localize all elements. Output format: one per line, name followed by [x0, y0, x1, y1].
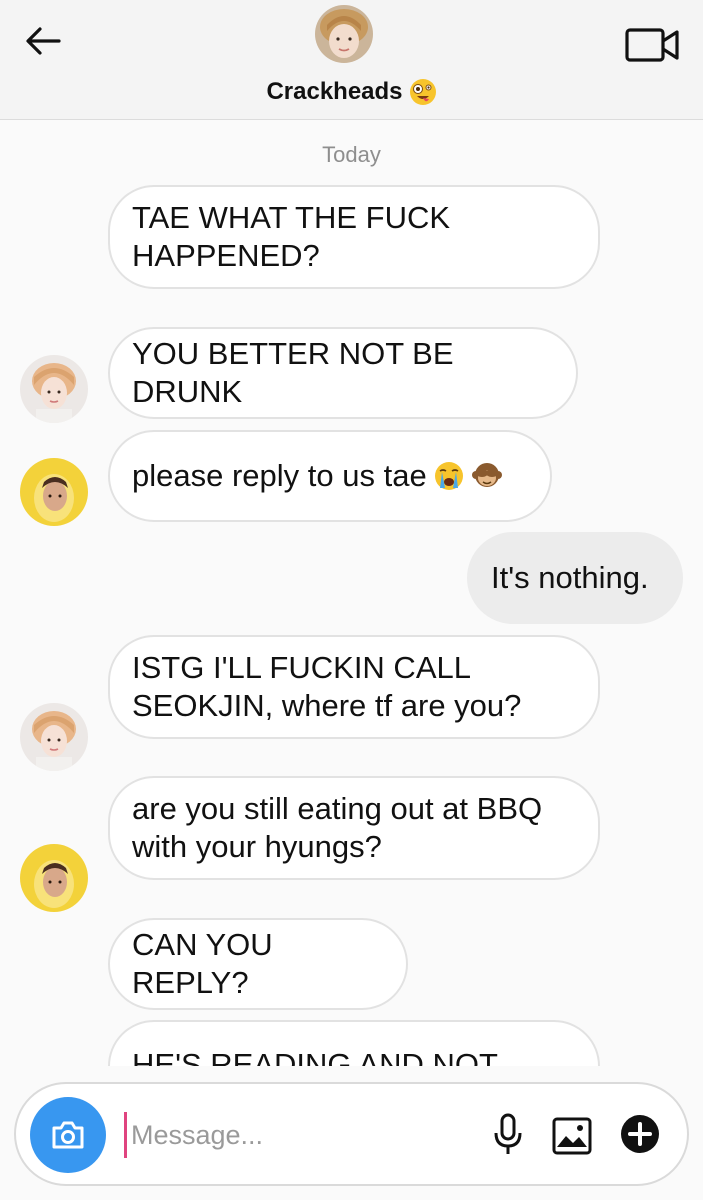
- message-text: are you still eating out at BBQ with you…: [132, 791, 543, 864]
- message-text: HE'S READING AND NOT: [132, 1047, 498, 1066]
- chat-title: Crackheads: [266, 78, 403, 105]
- camera-button[interactable]: [30, 1097, 106, 1173]
- message-bubble[interactable]: YOU BETTER NOT BE DRUNK: [108, 327, 578, 419]
- message-bubble-sent[interactable]: It's nothing.: [467, 532, 683, 624]
- group-avatar[interactable]: [315, 5, 373, 63]
- chat-title-row[interactable]: Crackheads: [0, 74, 703, 110]
- message-bubble[interactable]: ISTG I'LL FUCKIN CALL SEOKJIN, where tf …: [108, 635, 600, 739]
- message-bubble[interactable]: HE'S READING AND NOT: [108, 1020, 600, 1066]
- camera-icon: [52, 1121, 84, 1149]
- message-bubble[interactable]: CAN YOU REPLY?: [108, 918, 408, 1010]
- video-call-button[interactable]: [624, 24, 682, 68]
- image-icon: [552, 1117, 592, 1155]
- avatar[interactable]: [20, 703, 88, 771]
- video-camera-icon: [625, 28, 679, 62]
- message-bubble[interactable]: please reply to us tae: [108, 430, 552, 522]
- see-no-evil-monkey-emoji: [471, 463, 502, 487]
- back-button[interactable]: [22, 20, 64, 62]
- message-text: please reply to us tae: [132, 458, 427, 493]
- avatar[interactable]: [20, 458, 88, 526]
- chat-header: Crackheads: [0, 0, 703, 120]
- avatar[interactable]: [20, 355, 88, 423]
- date-separator: Today: [322, 142, 381, 167]
- microphone-button[interactable]: [488, 1108, 528, 1162]
- message-text: CAN YOU REPLY?: [132, 927, 273, 1000]
- zany-face-emoji: [409, 79, 436, 105]
- crying-face-emoji: [434, 462, 463, 490]
- message-text: ISTG I'LL FUCKIN CALL SEOKJIN, where tf …: [132, 650, 522, 723]
- avatar[interactable]: [20, 844, 88, 912]
- plus-circle-icon: [621, 1115, 659, 1153]
- more-options-button[interactable]: [618, 1112, 662, 1156]
- message-text: TAE WHAT THE FUCK HAPPENED?: [132, 200, 451, 273]
- message-bubble[interactable]: TAE WHAT THE FUCK HAPPENED?: [108, 185, 600, 289]
- message-thread[interactable]: Today TAE WHAT THE FUCK HAPPENED? YOU BE…: [0, 120, 703, 1066]
- message-composer: [14, 1082, 689, 1186]
- gallery-button[interactable]: [550, 1114, 594, 1158]
- arrow-left-icon: [26, 27, 61, 55]
- message-bubble[interactable]: are you still eating out at BBQ with you…: [108, 776, 600, 880]
- message-input[interactable]: [124, 1112, 464, 1158]
- message-text: YOU BETTER NOT BE DRUNK: [132, 336, 454, 409]
- message-text: It's nothing.: [491, 560, 649, 595]
- microphone-icon: [494, 1113, 522, 1154]
